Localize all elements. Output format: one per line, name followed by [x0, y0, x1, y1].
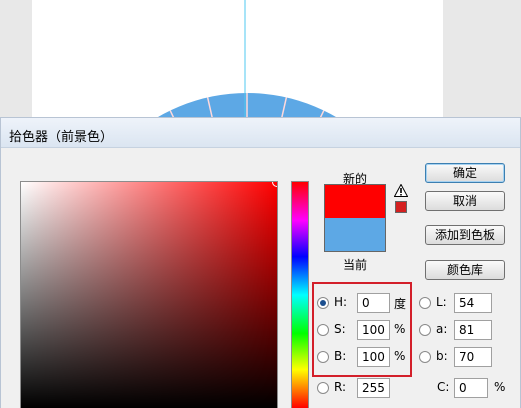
hsb-highlight-box [312, 282, 412, 377]
red-label: R: [334, 380, 347, 394]
title-bar[interactable]: 拾色器（前景色） [1, 118, 520, 148]
field-black-gradient [21, 182, 277, 408]
red-radio[interactable] [317, 382, 329, 394]
dialog-title: 拾色器（前景色） [9, 130, 114, 145]
lab-a-row: a: [419, 319, 509, 341]
lab-a-radio[interactable] [419, 324, 431, 336]
lab-a-input[interactable] [454, 320, 492, 340]
out-of-gamut-warning-icon[interactable] [394, 184, 408, 197]
gamut-correction-swatch[interactable] [395, 201, 407, 213]
red-input[interactable] [357, 378, 390, 398]
lab-a-label: a: [436, 322, 448, 336]
saturation-brightness-field[interactable] [20, 181, 278, 408]
cancel-button[interactable]: 取消 [425, 191, 505, 211]
lab-l-row: L: [419, 292, 509, 314]
dialog-body: 新的 当前 确定 取消 添加到色板 颜色库 H: 度 S: % [9, 156, 514, 408]
lab-b-row: b: [419, 346, 509, 368]
color-libraries-button[interactable]: 颜色库 [425, 260, 505, 280]
cyan-row: C: % [429, 377, 511, 399]
lab-l-label: L: [436, 295, 447, 309]
current-color-swatch[interactable] [325, 218, 385, 251]
lab-l-radio[interactable] [419, 297, 431, 309]
color-swatch-box [324, 184, 386, 252]
add-to-swatches-button[interactable]: 添加到色板 [425, 225, 505, 245]
cyan-input[interactable] [454, 378, 488, 398]
hue-slider[interactable] [291, 181, 309, 408]
current-color-label: 当前 [343, 258, 368, 272]
cyan-label: C: [437, 380, 450, 394]
cyan-unit: % [494, 380, 506, 394]
ok-button[interactable]: 确定 [425, 163, 505, 183]
color-picker-dialog: 拾色器（前景色） 新的 当前 确定 取消 添加到色板 颜色库 H: 0 度 S:… [0, 117, 521, 408]
lab-b-input[interactable] [454, 347, 492, 367]
lab-l-input[interactable] [454, 293, 492, 313]
lab-b-radio[interactable] [419, 351, 431, 363]
lab-b-label: b: [436, 349, 448, 363]
new-color-swatch [325, 185, 385, 218]
red-row: R: [317, 377, 412, 399]
